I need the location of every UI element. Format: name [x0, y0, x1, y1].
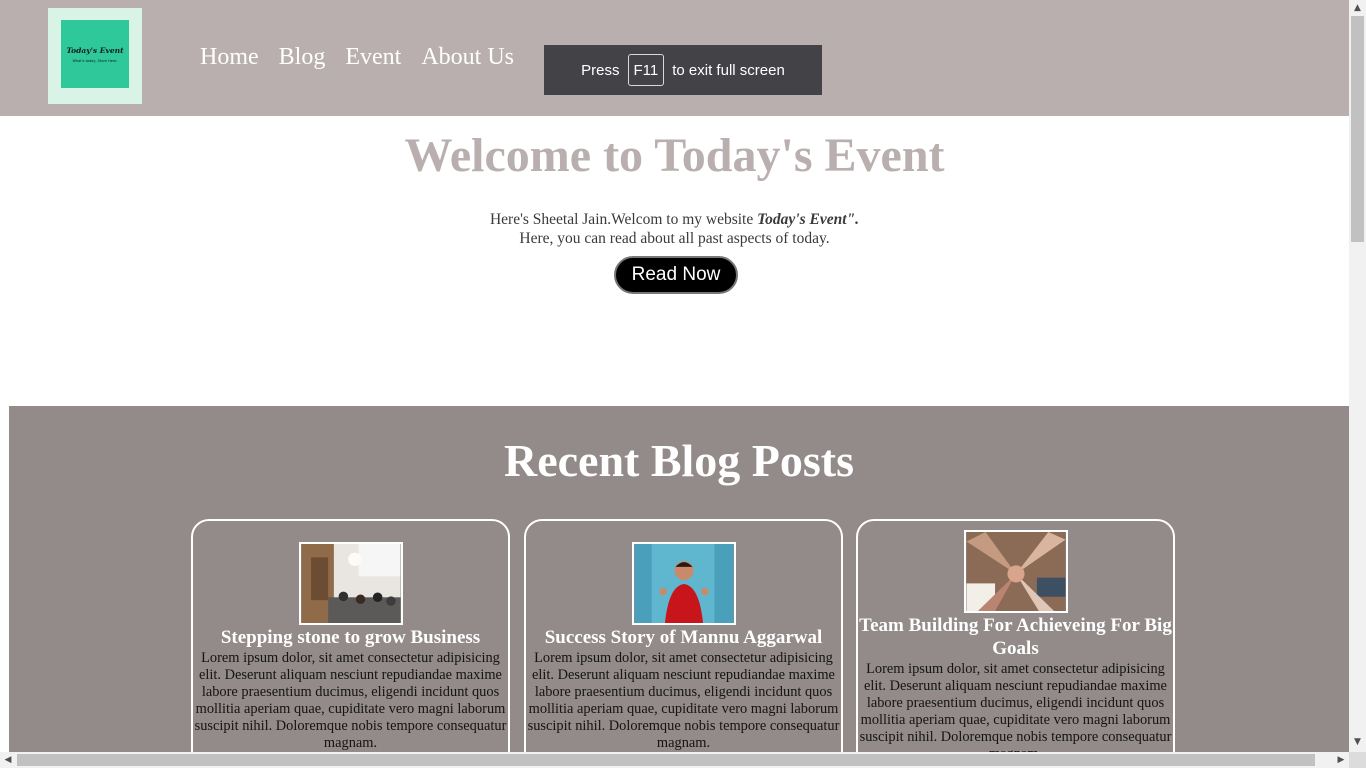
nav-home-link[interactable]: Home: [200, 42, 259, 72]
nav-about-link[interactable]: About Us: [421, 42, 514, 72]
smiling-man-image: [631, 542, 736, 625]
vertical-scrollbar[interactable]: ▲ ▼: [1349, 0, 1366, 752]
fullscreen-notice-suffix: to exit full screen: [672, 61, 785, 79]
fullscreen-notice: Press F11 to exit full screen: [544, 45, 822, 95]
blog-card-text: Lorem ipsum dolor, sit amet consectetur …: [527, 650, 840, 751]
vertical-scroll-thumb[interactable]: [1351, 16, 1364, 242]
hero-site-name: Today's Event".: [757, 211, 860, 228]
read-now-button[interactable]: Read Now: [614, 256, 738, 294]
scroll-left-arrow-icon[interactable]: ◀: [0, 752, 16, 768]
horizontal-scroll-thumb[interactable]: [17, 754, 1315, 766]
scroll-right-arrow-icon[interactable]: ▶: [1333, 752, 1349, 768]
office-meeting-image: [298, 542, 403, 625]
hero-intro: Here's Sheetal Jain.Welcom to my website: [489, 211, 754, 228]
scroll-down-arrow-icon[interactable]: ▼: [1349, 734, 1366, 750]
fullscreen-notice-prefix: Press: [581, 61, 620, 79]
blog-section-title: Recent Blog Posts: [503, 435, 855, 486]
logo-tagline: What's today, Store Here.: [72, 58, 118, 63]
blog-card-success-story[interactable]: Success Story of Mannu Aggarwal Lorem ip…: [524, 519, 843, 752]
recent-blog-section: Recent Blog Posts Stepping stone to grow…: [9, 406, 1349, 752]
main-nav: Home Blog Event About Us: [200, 42, 514, 72]
blog-card-business[interactable]: Stepping stone to grow Business Lorem ip…: [191, 519, 510, 752]
hero-text: Here's Sheetal Jain.Welcom to my website…: [0, 210, 1349, 248]
logo-badge: Today's Event What's today, Store Here.: [61, 20, 129, 88]
blog-card-title: Team Building For Achieveing For Big Goa…: [859, 615, 1172, 659]
hero-title: Welcome to Today's Event: [404, 129, 945, 182]
blog-card-title: Success Story of Mannu Aggarwal: [544, 627, 823, 648]
nav-blog-link[interactable]: Blog: [279, 42, 326, 72]
f11-key: F11: [627, 54, 665, 86]
scrollbar-corner: [1349, 752, 1366, 768]
blog-card-title: Stepping stone to grow Business: [220, 627, 481, 648]
scroll-up-arrow-icon[interactable]: ▲: [1349, 0, 1366, 16]
site-logo[interactable]: Today's Event What's today, Store Here.: [48, 8, 142, 104]
team-hands-image: [963, 530, 1068, 613]
blog-card-team-building[interactable]: Team Building For Achieveing For Big Goa…: [856, 519, 1175, 752]
horizontal-scrollbar[interactable]: ◀ ▶: [0, 752, 1349, 768]
nav-event-link[interactable]: Event: [345, 42, 401, 72]
blog-card-text: Lorem ipsum dolor, sit amet consectetur …: [194, 650, 507, 751]
hero-line2: Here, you can read about all past aspect…: [519, 230, 830, 247]
logo-title: Today's Event: [66, 45, 124, 55]
blog-card-text: Lorem ipsum dolor, sit amet consectetur …: [859, 661, 1172, 752]
